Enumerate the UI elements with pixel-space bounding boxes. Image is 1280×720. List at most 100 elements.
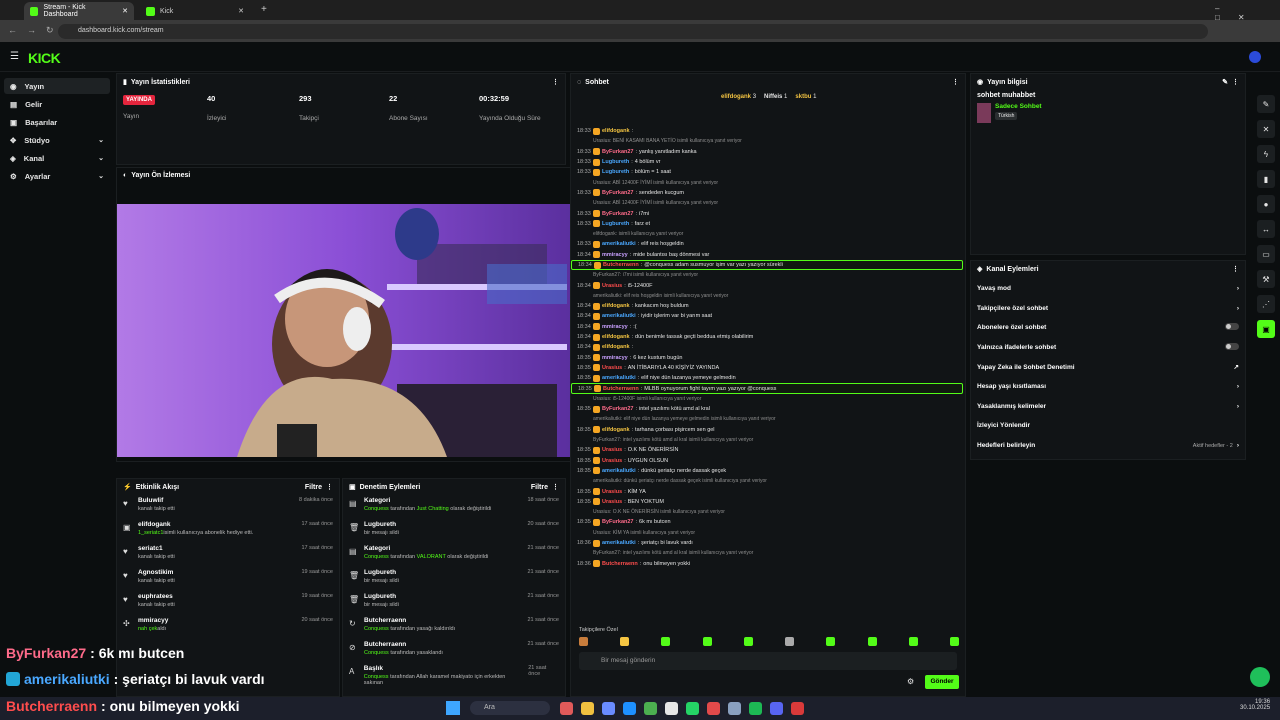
wrench-icon[interactable]: ⚒ — [1257, 270, 1275, 288]
chat-message[interactable]: 18:33 ByFurkan27: yanlış yanıtladım kanka — [571, 147, 963, 157]
app-icon[interactable] — [560, 702, 573, 715]
avatar[interactable] — [1249, 51, 1261, 63]
chat-username[interactable]: amerikaliutki — [602, 241, 636, 247]
chat-message[interactable]: 18:35 ByFurkan27:6k mı butcen — [571, 517, 963, 527]
sidebar-item-yayin[interactable]: ◉ Yayın — [4, 78, 110, 94]
channel-action-item[interactable]: Yasaklanmış kelimeler › — [971, 397, 1245, 417]
emote-icon[interactable] — [949, 637, 959, 646]
chat-message[interactable]: 18:35 mmiracyy:6 kez kustum bugün — [571, 353, 963, 363]
chat-message[interactable]: 18:34 amerikaliutki: iyidir işlerim var bi… — [571, 311, 963, 321]
more-icon[interactable]: ⋮ — [1232, 265, 1239, 273]
chat-message[interactable]: 18:36 Butcherraenn: onu bilmeyen yokki — [571, 558, 963, 568]
close-icon[interactable]: ✕ — [238, 7, 244, 15]
sidebar-item-kanal[interactable]: ◈ Kanal ⌄ — [4, 150, 110, 166]
activity-user[interactable]: euphratees — [138, 593, 175, 600]
chat-username[interactable]: amerikaliutki — [602, 313, 636, 319]
taskbar-search[interactable]: Ara — [470, 701, 550, 715]
chat-message[interactable]: 18:35 ByFurkan27: intel yazılımı kötü amd … — [571, 404, 963, 414]
channel-action-item[interactable]: Yavaş mod › — [971, 279, 1245, 299]
chat-message[interactable]: 18:35 amerikaliutki: elif niye dün lazanya… — [571, 373, 963, 383]
chat-message[interactable]: 18:34 elifdogank: kankacım hoş buldum — [571, 301, 963, 311]
app-icon[interactable] — [791, 702, 804, 715]
channel-action-item[interactable]: Yalnızca ifadelerle sohbet — [971, 338, 1245, 358]
screen-icon[interactable]: ▭ — [1257, 245, 1275, 263]
emote-icon[interactable] — [702, 637, 712, 646]
send-button[interactable]: Gönder — [925, 675, 959, 689]
leaderboard-item[interactable]: Niffeis 1 — [764, 94, 787, 100]
chat-message[interactable]: 18:34 Urasius: i5-12400F — [571, 280, 963, 290]
sidebar-item-ayarlar[interactable]: ⚙ Ayarlar ⌄ — [4, 168, 110, 184]
sidebar-item-gelir[interactable]: ▤ Gelir — [4, 96, 110, 112]
edge-icon[interactable] — [623, 702, 636, 715]
chat-message[interactable]: 18:33 elifdogank: — [571, 126, 963, 136]
stream-preview-video[interactable] — [117, 204, 572, 457]
more-icon[interactable]: ⋮ — [1232, 78, 1239, 86]
channel-action-control[interactable] — [1225, 343, 1239, 352]
channel-action-item[interactable]: Yapay Zeka ile Sohbet Denetimi ↗ — [971, 357, 1245, 377]
new-tab-icon[interactable]: + — [261, 4, 267, 15]
chat-username[interactable]: ByFurkan27 — [602, 190, 634, 196]
chat-username[interactable]: elifdogank — [602, 128, 630, 134]
chat-username[interactable]: Lugbureth — [602, 159, 629, 165]
chrome-icon[interactable] — [665, 702, 678, 715]
activity-user[interactable]: seriatc1 — [138, 545, 175, 552]
activity-user[interactable]: elifdogank — [138, 521, 253, 528]
discord-icon[interactable] — [770, 702, 783, 715]
kick-logo[interactable]: KICK — [28, 50, 61, 66]
leaderboard-item[interactable]: elifdogank 3 — [721, 94, 756, 100]
chat-input[interactable]: Bir mesaj gönderin — [579, 652, 957, 670]
emote-icon[interactable] — [661, 637, 671, 646]
address-bar[interactable]: dashboard.kick.com/stream — [58, 24, 1208, 39]
channel-action-control[interactable]: ↗ — [1234, 363, 1239, 371]
chat-username[interactable]: elifdogank — [602, 334, 630, 340]
chat-username[interactable]: Butcherraenn — [602, 561, 638, 567]
emote-icon[interactable] — [743, 637, 753, 646]
channel-action-item[interactable]: İzleyici Yönlendir — [971, 416, 1245, 436]
app-icon[interactable] — [707, 702, 720, 715]
bolt-icon[interactable]: ϟ — [1257, 145, 1275, 163]
folder-icon[interactable] — [581, 702, 594, 715]
emote-bar[interactable] — [579, 637, 959, 651]
emote-icon[interactable] — [908, 637, 918, 646]
chat-message[interactable]: 18:35 elifdogank: tarhana çorbası pişircem… — [571, 425, 963, 435]
nav-buttons[interactable]: ←→↻ — [8, 25, 64, 36]
sidebar-item-basarilar[interactable]: ▣ Başarılar — [4, 114, 110, 130]
chat-message[interactable]: 18:34 elifdogank: dün benimle tassak geçti… — [571, 332, 963, 342]
more-icon[interactable]: ⋮ — [552, 483, 559, 491]
more-icon[interactable]: ⋮ — [326, 483, 333, 491]
bookmark-icon[interactable]: ▮ — [1257, 170, 1275, 188]
chat-username[interactable]: Urasius — [602, 283, 622, 289]
chat-message[interactable]: 18:35 Urasius: O.K NE ÖNERİRSİN — [571, 445, 963, 455]
spotify-icon[interactable] — [749, 702, 762, 715]
chat-username[interactable]: ByFurkan27 — [602, 211, 634, 217]
channel-action-control[interactable]: › — [1237, 305, 1239, 312]
app-icon[interactable] — [728, 702, 741, 715]
chat-username[interactable]: elifdogank — [602, 303, 630, 309]
activity-user[interactable]: Buluwlif — [138, 497, 175, 504]
leaderboard-item[interactable]: sktbu 1 — [795, 94, 816, 100]
chat-message[interactable]: 18:34 elifdogank: — [571, 342, 963, 352]
chat-message[interactable]: 18:33 Lugbureth:4 bölüm vr — [571, 157, 963, 167]
chat-message[interactable]: 18:35 Urasius: AN İTİBARIYLA 40 KİŞİYİZ YA… — [571, 363, 963, 373]
emote-icon[interactable] — [867, 637, 877, 646]
stream-category[interactable]: Sadece Sohbet — [995, 103, 1042, 110]
chat-message[interactable]: 18:33 amerikaliutki: elif reis hoşgeldin — [571, 239, 963, 249]
chat-username[interactable]: ByFurkan27 — [602, 149, 634, 155]
gear-icon[interactable]: ⚙ — [907, 677, 914, 686]
channel-action-control[interactable]: › — [1237, 403, 1239, 410]
chat-username[interactable]: mmiracyy — [602, 252, 628, 258]
channel-action-control[interactable]: › — [1237, 383, 1239, 390]
emote-icon[interactable] — [620, 637, 630, 646]
channel-action-item[interactable]: Hesap yaşı kısıtlaması › — [971, 377, 1245, 397]
chat-username[interactable]: elifdogank — [602, 344, 630, 350]
filter-button[interactable]: Filtre — [531, 484, 548, 491]
taskbar-apps[interactable] — [560, 702, 804, 715]
channel-action-control[interactable]: Aktif hedefler - 2 › — [1193, 442, 1239, 449]
toggle-switch[interactable] — [1225, 343, 1239, 351]
chat-message[interactable]: 18:34 mmiracyy::( — [571, 322, 963, 332]
chat-username[interactable]: Urasius — [602, 458, 622, 464]
chat-username[interactable]: Butcherraenn — [603, 262, 639, 268]
chat-username[interactable]: amerikaliutki — [602, 540, 636, 546]
toggle-switch[interactable] — [1225, 323, 1239, 331]
browser-tab-kick[interactable]: Kick ✕ — [140, 2, 250, 20]
